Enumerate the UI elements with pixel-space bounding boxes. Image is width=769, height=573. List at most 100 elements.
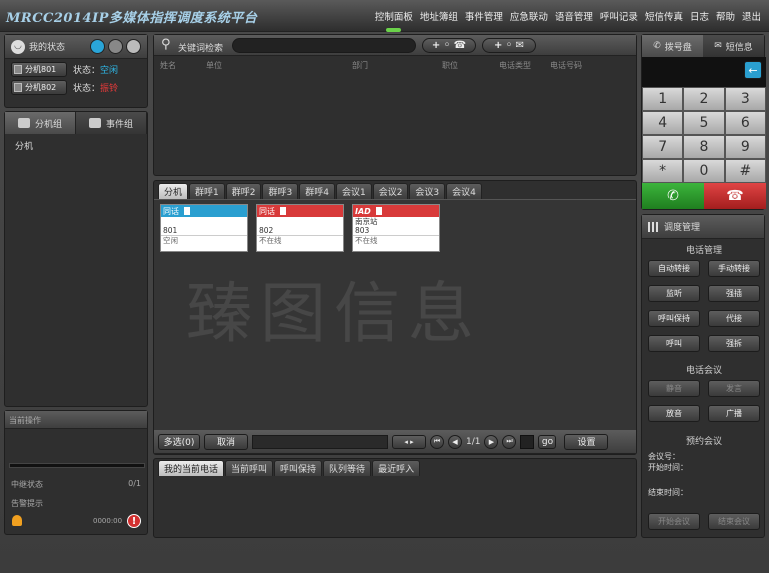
key-7[interactable]: 7	[642, 135, 684, 159]
key-3[interactable]: 3	[724, 87, 766, 111]
tab-group-call-3[interactable]: 群呼3	[262, 183, 299, 199]
conference-number-label: 会议号：	[648, 452, 680, 461]
handset-icon: ✆	[653, 41, 661, 51]
tab-group-call-4[interactable]: 群呼4	[299, 183, 335, 199]
nav-help[interactable]: 帮助	[716, 9, 735, 23]
add-contact-sms-button[interactable]: + ◦ ✉	[482, 38, 536, 53]
state-label: 状态：	[73, 84, 101, 94]
play-audio-button[interactable]: 放音	[648, 405, 700, 422]
manual-transfer-button[interactable]: 手动转接	[708, 260, 760, 277]
tab-extension[interactable]: 分机	[158, 183, 189, 199]
call-button[interactable]: 呼叫	[648, 335, 700, 352]
nav-control-panel[interactable]: 控制面板	[375, 9, 413, 32]
tab-queue-waiting[interactable]: 队列等待	[323, 460, 372, 476]
backspace-icon[interactable]: ←	[744, 61, 762, 79]
tab-event-group[interactable]: 事件组	[76, 112, 147, 134]
go-button[interactable]: go	[538, 434, 557, 449]
key-star[interactable]: *	[642, 159, 684, 183]
extension-802-button[interactable]: 分机802	[11, 80, 67, 95]
phone-icon	[14, 83, 22, 92]
tab-recent-incoming[interactable]: 最近呼入	[372, 460, 421, 476]
search-input[interactable]	[232, 38, 416, 53]
hangup-call-icon[interactable]: ☎	[704, 183, 766, 209]
speak-button[interactable]: 发言	[708, 380, 760, 397]
key-9[interactable]: 9	[724, 135, 766, 159]
nav-address-book[interactable]: 地址簿组	[420, 9, 458, 23]
nav-voice-management[interactable]: 语音管理	[555, 9, 593, 23]
status-away-icon[interactable]	[126, 39, 141, 54]
cancel-button[interactable]: 取消	[204, 433, 248, 450]
settings-button[interactable]: 设置	[564, 433, 609, 450]
barge-in-button[interactable]: 强插	[708, 285, 760, 302]
extension-card-803[interactable]: IAD 南京站 803 不在线	[352, 204, 440, 252]
app-window: MRCC2014IP多媒体指挥调度系统平台 控制面板 地址簿组 事件管理 应急联…	[0, 0, 769, 573]
nav-exit[interactable]: 退出	[742, 9, 761, 23]
watermark: 臻图信息	[186, 275, 482, 352]
key-5[interactable]: 5	[683, 111, 725, 135]
end-conference-button[interactable]: 结束会议	[708, 513, 760, 530]
alert-icon[interactable]: !	[127, 514, 141, 528]
auto-transfer-button[interactable]: 自动转接	[648, 260, 700, 277]
key-4[interactable]: 4	[642, 111, 684, 135]
tab-conference-3[interactable]: 会议3	[409, 183, 446, 199]
key-8[interactable]: 8	[683, 135, 725, 159]
tab-conference-4[interactable]: 会议4	[446, 183, 482, 199]
extension-801-button[interactable]: 分机801	[11, 62, 67, 77]
scroll-arrows-button[interactable]: ◂ ▸	[392, 434, 426, 449]
dispatch-header: 调度管理	[642, 215, 764, 239]
last-page-icon[interactable]: ⏭	[502, 434, 517, 449]
extension-group-icon	[17, 118, 30, 128]
nav-sms-fax[interactable]: 短信传真	[645, 9, 683, 23]
force-release-button[interactable]: 强拆	[708, 335, 760, 352]
tab-conference-2[interactable]: 会议2	[372, 183, 409, 199]
extension-card-801[interactable]: 同话 801 空闲	[160, 204, 248, 252]
tab-sms[interactable]: ✉ 短信息	[703, 35, 764, 57]
multi-select-button[interactable]: 多选(0)	[158, 433, 200, 450]
nav-call-records[interactable]: 呼叫记录	[600, 9, 638, 23]
card-number: 801	[163, 226, 178, 235]
my-status-panel: 我的状态 分机801 状态： 空闲 分机802 状态： 振铃	[4, 34, 148, 108]
extension-card-802[interactable]: 同话 802 不在线	[256, 204, 344, 252]
status-busy-icon[interactable]	[108, 39, 123, 54]
phone-icon	[375, 207, 382, 215]
tab-extension-group[interactable]: 分机组	[5, 112, 76, 134]
key-0[interactable]: 0	[683, 159, 725, 183]
calls-panel: 我的当前电话 当前呼叫 呼叫保持 队列等待 最近呼入	[153, 458, 637, 538]
nav-emergency-linkage[interactable]: 应急联动	[510, 9, 548, 23]
page-number-input[interactable]	[520, 434, 535, 449]
key-hash[interactable]: #	[724, 159, 766, 183]
answer-call-icon[interactable]: ✆	[642, 183, 704, 209]
tab-call-hold[interactable]: 呼叫保持	[274, 460, 323, 476]
tab-my-current-calls[interactable]: 我的当前电话	[158, 460, 225, 476]
key-6[interactable]: 6	[724, 111, 766, 135]
header-bar: MRCC2014IP多媒体指挥调度系统平台 控制面板 地址簿组 事件管理 应急联…	[0, 0, 769, 32]
group-item-extension[interactable]: 分机	[5, 134, 147, 157]
tab-group-call-1[interactable]: 群呼1	[189, 183, 225, 199]
broadcast-button[interactable]: 广播	[708, 405, 760, 422]
pickup-button[interactable]: 代接	[708, 310, 760, 327]
tab-current-calls[interactable]: 当前呼叫	[225, 460, 274, 476]
group-panel: 分机组 事件组 分机	[4, 111, 148, 407]
start-time-label: 开始时间：	[648, 463, 688, 472]
card-status: 不在线	[257, 235, 343, 245]
monitor-button[interactable]: 监听	[648, 285, 700, 302]
start-conference-button[interactable]: 开始会议	[648, 513, 700, 530]
extension-tabs-panel: 分机 群呼1 群呼2 群呼3 群呼4 会议1 会议2 会议3 会议4 臻图信息 …	[153, 180, 637, 455]
tab-conference-1[interactable]: 会议1	[335, 183, 372, 199]
mute-button[interactable]: 静音	[648, 380, 700, 397]
ops-progress	[9, 463, 145, 468]
end-time-label: 结束时间：	[648, 488, 688, 497]
first-page-icon[interactable]: ⏮	[430, 434, 444, 449]
status-online-icon[interactable]	[90, 39, 105, 54]
prev-page-icon[interactable]: ◀	[448, 434, 462, 449]
key-1[interactable]: 1	[642, 87, 684, 111]
add-contact-call-button[interactable]: + ◦ ☎	[422, 38, 476, 53]
next-page-icon[interactable]: ▶	[484, 434, 499, 449]
call-hold-button[interactable]: 呼叫保持	[648, 310, 700, 327]
tab-group-call-2[interactable]: 群呼2	[225, 183, 262, 199]
state-label: 状态：	[73, 66, 101, 76]
tab-dialpad[interactable]: ✆ 拨号盘	[642, 35, 703, 57]
nav-event-management[interactable]: 事件管理	[465, 9, 503, 23]
nav-log[interactable]: 日志	[690, 9, 709, 23]
key-2[interactable]: 2	[683, 87, 725, 111]
